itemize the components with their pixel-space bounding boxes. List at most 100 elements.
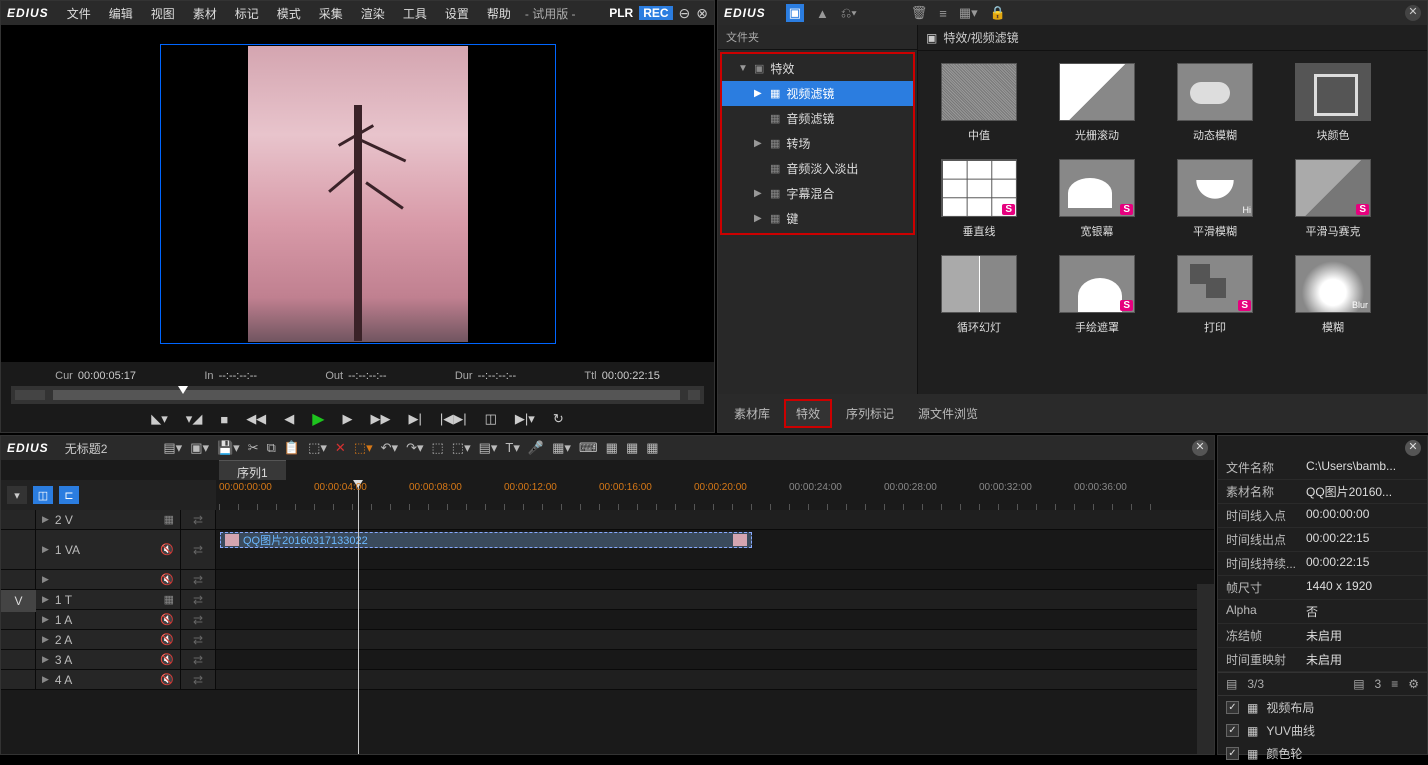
export-icon[interactable]: ↻ [553,411,564,427]
expand-icon[interactable]: ▶ [42,514,49,525]
video-icon[interactable]: ▦ [164,513,174,526]
trash-icon[interactable]: 🗑 [911,5,928,21]
panel-close-icon[interactable]: ✕ [1405,5,1421,21]
timeline-ruler[interactable]: 00:00:00:0000:00:04:0000:00:08:0000:00:1… [219,480,1196,510]
track-sync[interactable]: ⇄ [181,510,216,529]
vertical-scrollbar[interactable] [1197,584,1214,754]
track-patch-v2[interactable]: V [1,590,36,612]
video-icon[interactable]: ▦ [164,593,174,606]
track-sync[interactable]: ⇄ [181,670,216,689]
next-frame-icon[interactable]: ▶ [343,411,353,427]
grid-view-icon[interactable]: ▦▾ [959,5,978,21]
track-label[interactable] [1,630,36,649]
display-icon[interactable]: ▦▾ [552,440,571,456]
settings-icon[interactable]: ⚙ [1408,677,1419,691]
in-out-icon[interactable]: |◀▶| [440,411,467,427]
effect-check-row[interactable]: ✓▦视频布局 [1218,696,1427,719]
mute-icon[interactable]: 🔇 [160,633,174,646]
fx-item-3[interactable]: 块颜色 [1288,63,1378,143]
redo-icon[interactable]: ↷▾ [406,440,423,456]
track-header[interactable]: ▶1 T▦ [36,590,181,609]
copy-icon[interactable]: ⧉ [267,440,276,456]
rewind-icon[interactable]: ◀◀ [246,411,266,427]
timeline-clip[interactable]: QQ图片20160317133022 [220,532,752,548]
track-sync[interactable]: ⇄ [181,530,216,569]
fx-item-7[interactable]: S平滑马赛克 [1288,159,1378,239]
tree-item-audio-filter[interactable]: ▦音频滤镜 [722,106,913,131]
title-icon[interactable]: T▾ [505,440,519,456]
folder-icon[interactable]: ▣ [786,4,804,22]
fx-item-4[interactable]: S垂直线 [934,159,1024,239]
tree-item-audio-fade[interactable]: ▦音频淡入淡出 [722,156,913,181]
track-label[interactable] [1,510,36,529]
tab-source-browser[interactable]: 源文件浏览 [908,401,988,426]
track-sync[interactable]: ⇄ [181,610,216,629]
split-icon[interactable]: ◫ [485,411,497,427]
mode-v[interactable]: ▾ [7,486,27,504]
fx-item-0[interactable]: 中值 [934,63,1024,143]
track-header[interactable]: ▶2 A🔇 [36,630,181,649]
track-sync[interactable]: ⇄ [181,590,216,609]
fx-item-2[interactable]: 动态模糊 [1170,63,1260,143]
proxy-icon[interactable]: ▦ [626,440,638,456]
goto-in-icon[interactable]: ▶|▾ [515,411,535,427]
undo-icon[interactable]: ↶▾ [381,440,398,456]
fx-item-1[interactable]: 光栅滚动 [1052,63,1142,143]
new-seq-icon[interactable]: ▤▾ [163,440,182,456]
track-lane[interactable] [216,670,1214,689]
track-lane[interactable] [216,650,1214,669]
triangle-icon[interactable]: ▲ [816,6,829,21]
render-icon[interactable]: ▤▾ [479,440,498,456]
open-icon-2[interactable]: ▣▾ [190,440,209,456]
track-label[interactable] [1,530,36,569]
menu-edit[interactable]: 编辑 [101,3,141,24]
tab-bin[interactable]: 素材库 [724,401,780,426]
menu-render[interactable]: 渲染 [353,3,393,24]
set-out-icon[interactable]: ▾◢ [186,411,203,427]
props-close-icon[interactable]: ✕ [1405,440,1421,456]
menu-mode[interactable]: 模式 [269,3,309,24]
tree-item-video-filter[interactable]: ▶▦视频滤镜 [722,81,913,106]
preview-frame[interactable] [160,44,556,344]
group-icon[interactable]: ⬚ [431,440,443,456]
fx-item-11[interactable]: Blur模糊 [1288,255,1378,335]
loop-icon[interactable]: ▶| [409,411,422,427]
tab-seq-marker[interactable]: 序列标记 [836,401,904,426]
mute-icon[interactable]: 🔇 [160,673,174,686]
menu-file[interactable]: 文件 [59,3,99,24]
close-icon[interactable]: ⊗ [696,5,708,22]
checkbox-icon[interactable]: ✓ [1226,747,1239,760]
mode-insert[interactable]: ◫ [33,486,53,504]
menu-settings[interactable]: 设置 [437,3,477,24]
tab-effects[interactable]: 特效 [784,399,832,428]
tree-item-title-mix[interactable]: ▶▦字幕混合 [722,181,913,206]
save-icon[interactable]: 💾▾ [217,440,240,456]
expand-icon[interactable]: ▶ [42,574,49,585]
fx-item-10[interactable]: S打印 [1170,255,1260,335]
track-lane[interactable] [216,630,1214,649]
fx-item-9[interactable]: S手绘遮罩 [1052,255,1142,335]
effect-check-row[interactable]: ✓▦颜色轮 [1218,742,1427,765]
track-lane[interactable]: QQ图片20160317133022 [216,530,1214,569]
link-icon[interactable]: ⬚▾ [452,440,471,456]
menu-marker[interactable]: 标记 [227,3,267,24]
ripple-icon[interactable]: ⬚▾ [354,440,373,456]
menu-capture[interactable]: 采集 [311,3,351,24]
tree-root-effects[interactable]: ▼▣特效 [722,56,913,81]
track-lane[interactable] [216,610,1214,629]
effect-check-row[interactable]: ✓▦YUV曲线 [1218,719,1427,742]
fx-item-6[interactable]: Hi平滑模糊 [1170,159,1260,239]
mode-overwrite[interactable]: ⊏ [59,486,79,504]
track-lane[interactable] [216,510,1214,529]
timeline-close-icon[interactable]: ✕ [1192,440,1208,456]
prev-frame-icon[interactable]: ◀ [284,411,294,427]
fx-item-5[interactable]: S宽银幕 [1052,159,1142,239]
checkbox-icon[interactable]: ✓ [1226,724,1239,737]
cut-icon[interactable]: ✂ [248,440,259,456]
layout-icon[interactable]: ▦ [606,440,618,456]
expand-icon[interactable]: ▶ [42,654,49,665]
mute-icon[interactable]: 🔇 [160,653,174,666]
list-icon[interactable]: ≡ [939,6,947,21]
minimize-icon[interactable]: ⊖ [679,5,691,22]
menu-clip[interactable]: 素材 [185,3,225,24]
